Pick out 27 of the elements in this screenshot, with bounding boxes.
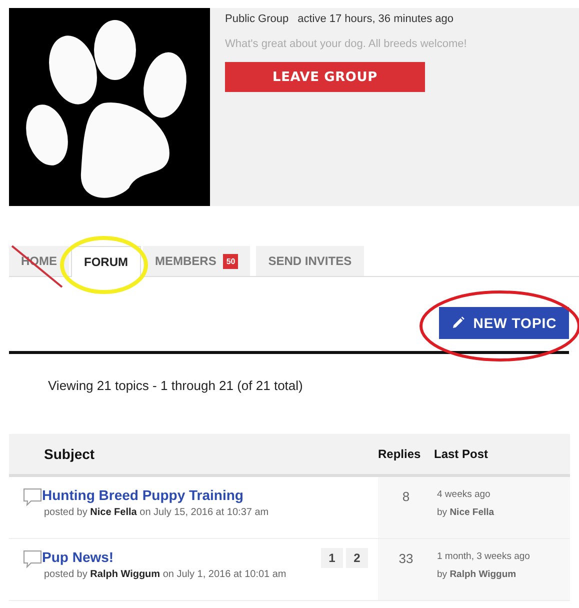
count-badge: 50 xyxy=(223,254,238,268)
last-post-author: by Nice Fella xyxy=(437,507,496,518)
pencil-icon xyxy=(451,316,466,330)
topic-link[interactable]: Hunting Breed Puppy Training xyxy=(42,487,269,503)
group-description: What's great about your dog. All breeds welcome! xyxy=(225,38,468,50)
page-link[interactable]: 1 xyxy=(321,548,343,568)
topic-byline: posted by Nice Fella on July 15, 2016 at 10:37 am xyxy=(44,507,269,518)
last-post-time: 1 month, 3 weeks ago xyxy=(437,551,531,562)
tab[interactable]: SEND INVITES xyxy=(256,246,364,276)
new-topic-button[interactable]: NEW TOPIC xyxy=(439,307,569,339)
tab-label: MEMBERS xyxy=(155,254,216,268)
replies-count: 8 xyxy=(378,477,434,538)
page-link[interactable]: 2 xyxy=(346,548,368,568)
column-header: Replies xyxy=(378,447,422,461)
group-activity: active 17 hours, 36 minutes ago xyxy=(298,13,454,25)
replies-count: 33 xyxy=(378,539,434,600)
topic-byline: posted by Ralph Wiggum on July 1, 2016 at 10:01 am xyxy=(44,569,286,580)
topic-link[interactable]: Pup News! xyxy=(42,549,286,565)
column-header: Last Post xyxy=(434,447,490,461)
tab[interactable]: MEMBERS 50 xyxy=(143,246,250,276)
group-privacy: Public Group xyxy=(225,13,289,25)
column-header: Subject xyxy=(43,446,96,462)
last-post-author: by Ralph Wiggum xyxy=(437,569,518,580)
pagination-info: Viewing 21 topics - 1 through 21 (of 21 total) xyxy=(48,378,304,393)
tab[interactable]: FORUM xyxy=(71,246,141,277)
last-post-time: 4 weeks ago xyxy=(437,489,492,500)
leave-group-button[interactable]: LEAVE GROUP xyxy=(225,62,425,92)
